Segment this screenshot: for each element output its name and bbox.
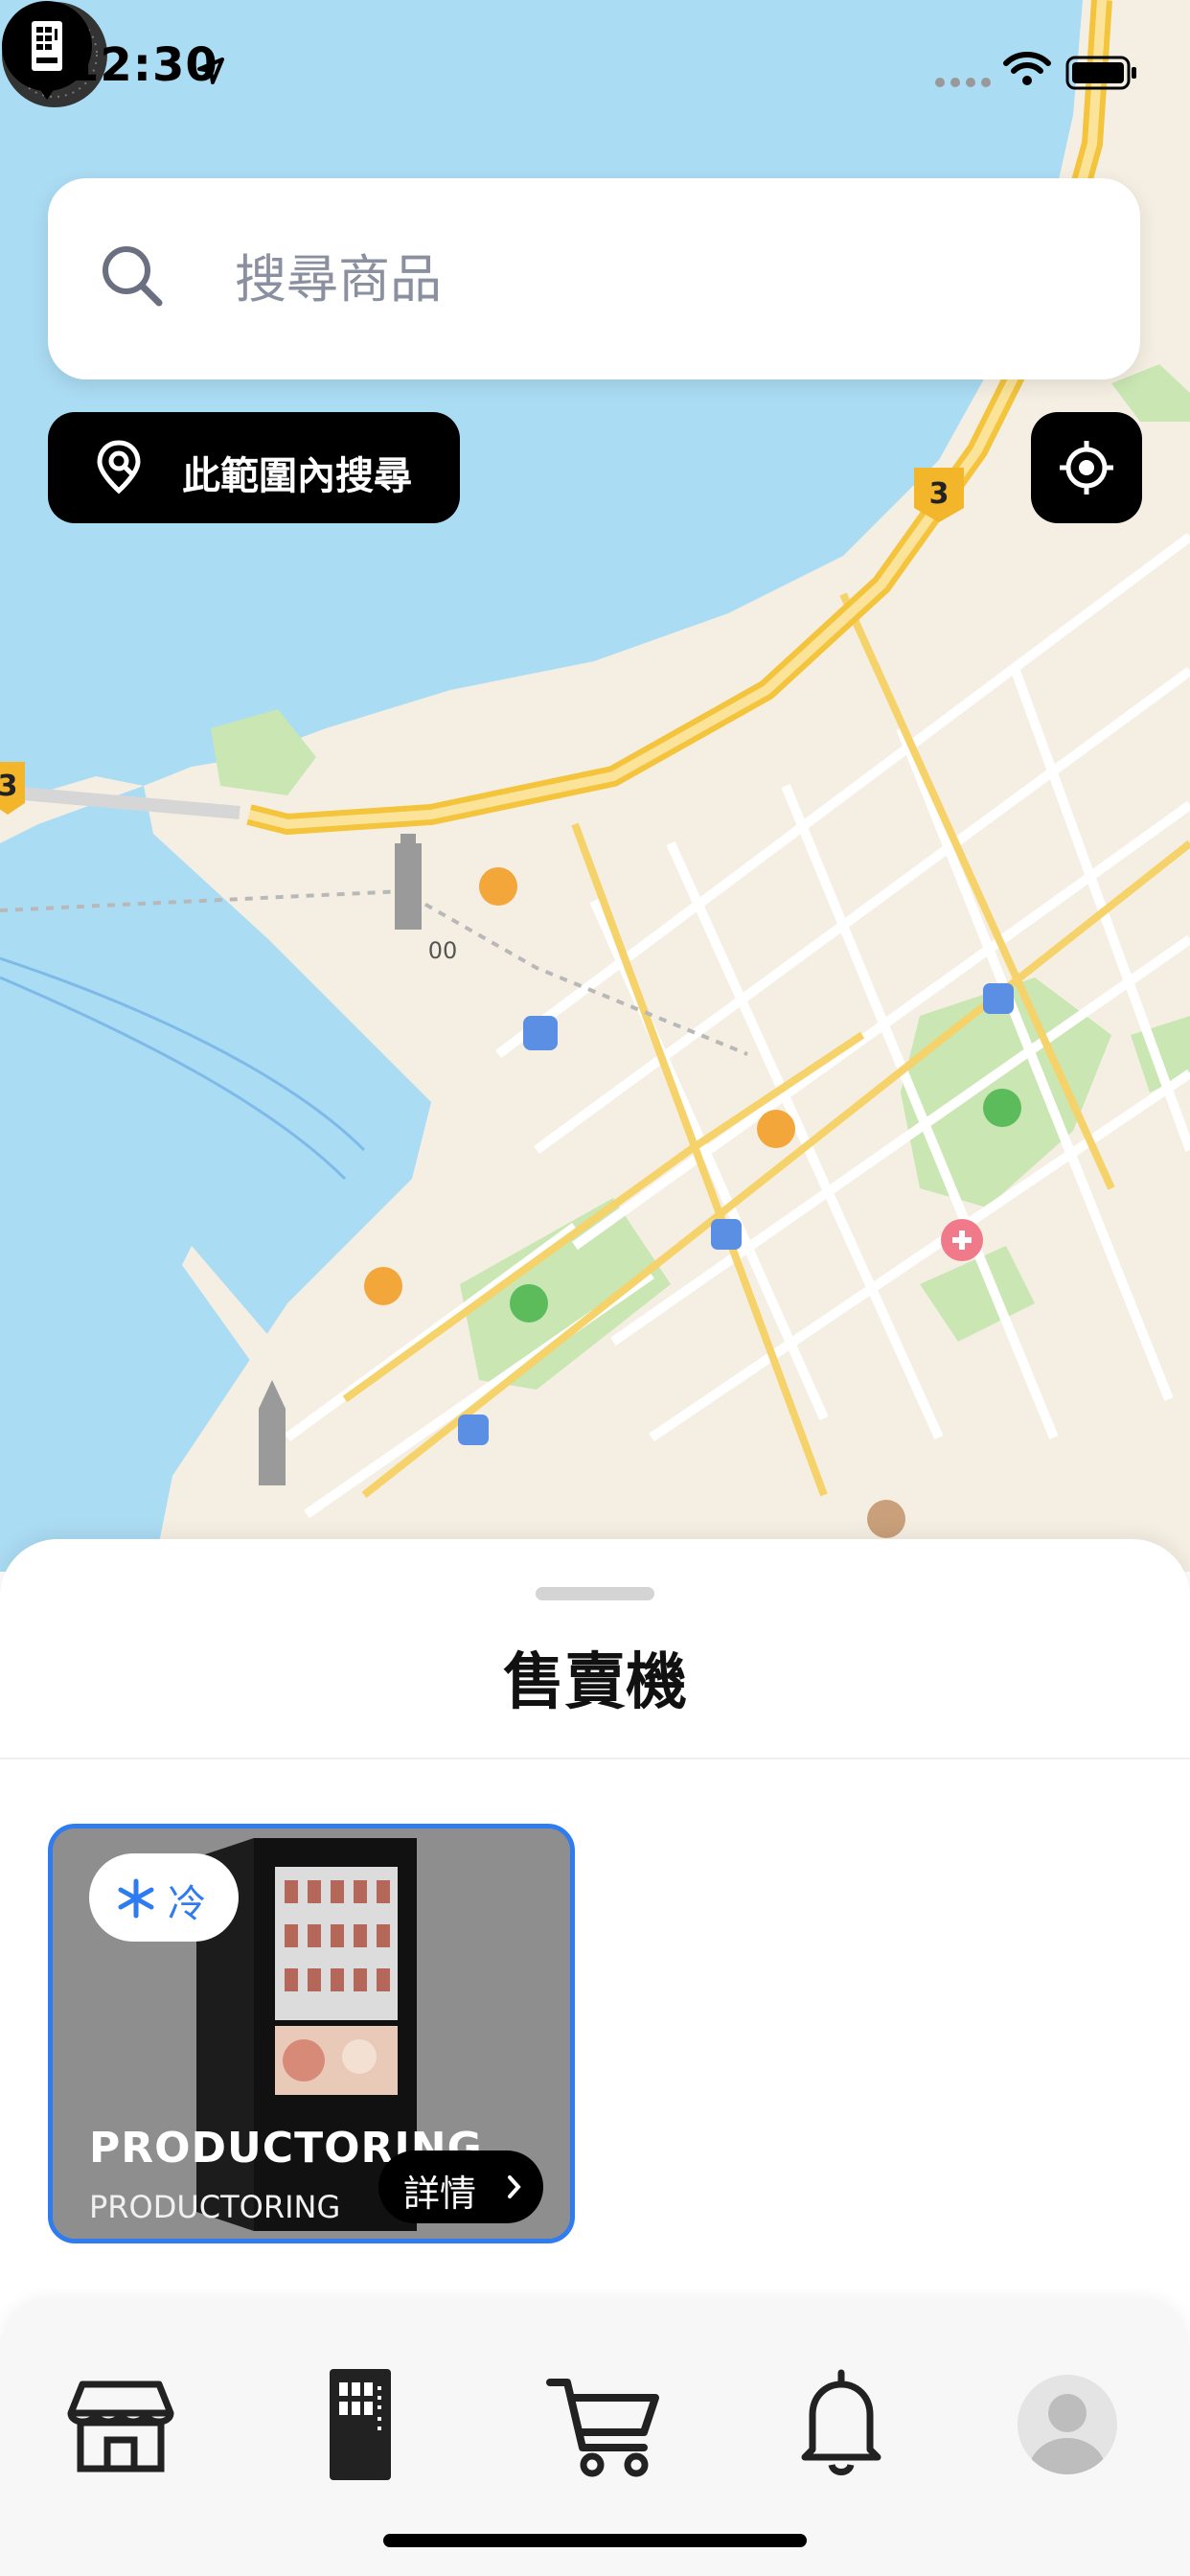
status-bar: 12:30	[0, 0, 1190, 134]
cart-icon	[546, 2379, 659, 2477]
tab-vending-machines[interactable]	[293, 2358, 427, 2492]
home-indicator	[383, 2534, 807, 2547]
train-station-icon[interactable]	[523, 1016, 558, 1050]
tab-cart[interactable]	[537, 2358, 671, 2492]
wifi-icon	[1003, 52, 1051, 85]
train-station-icon[interactable]	[983, 983, 1014, 1014]
my-location-button[interactable]	[1031, 412, 1142, 523]
tower-landmark	[395, 834, 422, 930]
cold-badge: 冷	[89, 1853, 239, 1942]
vending-machine-card[interactable]: 冷 PRODUCTORING PRODUCTORING 詳情	[48, 1824, 575, 2243]
park-poi-icon[interactable]	[983, 1089, 1021, 1127]
avatar-icon	[1018, 2375, 1117, 2474]
cold-badge-label: 冷	[168, 1882, 206, 1926]
bell-icon	[801, 2369, 881, 2475]
search-this-area-label: 此範圍內搜尋	[182, 454, 412, 498]
road-shield-left-label: 3	[0, 770, 17, 803]
search-this-area-button[interactable]: 此範圍內搜尋	[48, 412, 460, 523]
park-poi-icon[interactable]	[510, 1284, 548, 1322]
search-input[interactable]	[187, 178, 1097, 380]
building-label: 00	[428, 937, 458, 964]
chevron-right-icon	[508, 2175, 521, 2198]
vending-machine-icon	[330, 2369, 391, 2480]
tab-store[interactable]	[54, 2358, 188, 2492]
location-search-icon	[97, 440, 141, 494]
details-label: 詳情	[403, 2173, 477, 2215]
tab-notifications[interactable]	[774, 2358, 908, 2492]
search-bar[interactable]	[48, 178, 1140, 380]
location-arrow-icon	[197, 58, 224, 84]
signal-icon	[935, 78, 991, 87]
school-poi-icon[interactable]	[867, 1500, 905, 1538]
shopping-poi-icon[interactable]	[364, 1267, 402, 1305]
shopping-poi-icon[interactable]	[479, 867, 517, 906]
details-button[interactable]: 詳情	[378, 2150, 543, 2223]
crosshair-icon	[1060, 441, 1113, 494]
sheet-title: 售賣機	[503, 1647, 687, 1718]
bag-poi-icon[interactable]	[757, 1110, 795, 1148]
divider	[0, 1758, 1190, 1760]
train-station-icon[interactable]	[458, 1414, 489, 1445]
search-icon	[103, 246, 163, 307]
machine-subtitle: PRODUCTORING	[89, 2189, 341, 2225]
road-shield-label: 3	[929, 477, 950, 511]
snowflake-icon	[118, 1878, 154, 1919]
sheet-drag-handle[interactable]	[536, 1587, 654, 1600]
train-station-icon[interactable]	[711, 1219, 742, 1250]
battery-icon	[1065, 56, 1136, 90]
store-icon	[67, 2380, 174, 2472]
tab-profile[interactable]	[1000, 2358, 1134, 2492]
